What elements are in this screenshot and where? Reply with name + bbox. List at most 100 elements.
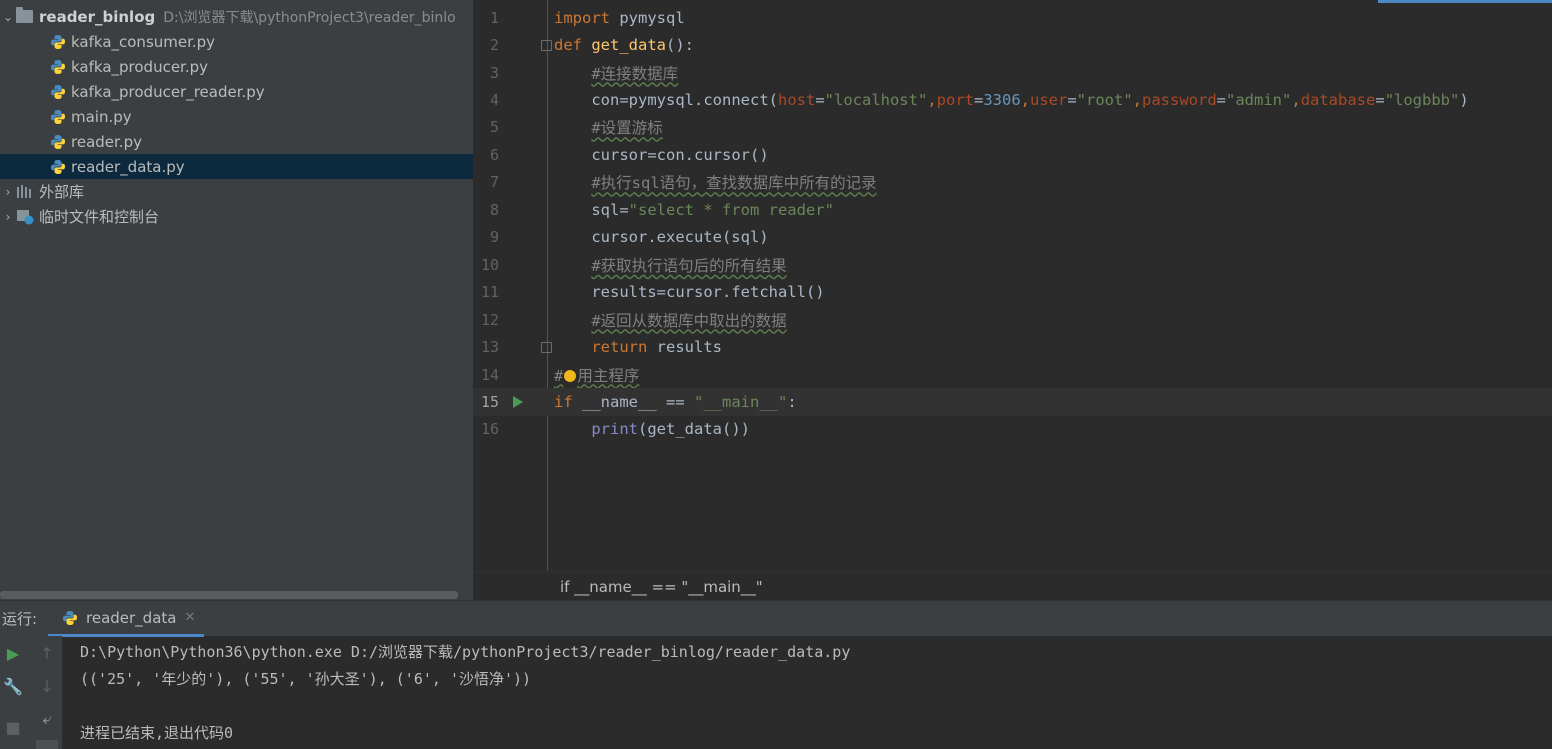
console-line: (('25', '年少的'), ('55', '孙大圣'), ('6', '沙悟…: [80, 670, 532, 688]
code-text: cursor.execute(sql): [554, 228, 769, 247]
run-toolbar: ▶ ↑ 🔧 ↓ ■ ⤶: [0, 636, 62, 749]
code-editor[interactable]: 1 import pymysql 2 def get_data(): 3 #连接数据库 4…: [473, 0, 1552, 600]
code-text: #获取执行语句后的所有结果: [591, 256, 787, 275]
code-line[interactable]: 2 def get_data():: [473, 31, 1552, 58]
code-text: return results: [591, 338, 722, 357]
tree-item-scratches[interactable]: › 临时文件和控制台: [0, 204, 473, 229]
line-number[interactable]: 9: [473, 228, 499, 246]
code-line[interactable]: 8 sql="select * from reader": [473, 196, 1552, 223]
run-gutter-icon[interactable]: [513, 395, 523, 408]
fold-marker-icon[interactable]: [541, 39, 552, 51]
tree-item-label: 临时文件和控制台: [39, 208, 160, 226]
file-name: reader.py: [71, 132, 142, 151]
file-item[interactable]: kafka_consumer.py: [0, 29, 473, 54]
scratch-icon: [17, 209, 34, 224]
wrench-icon[interactable]: 🔧: [2, 675, 24, 697]
chevron-right-icon[interactable]: ›: [0, 210, 16, 224]
code-text: if __name__ == "__main__":: [554, 392, 797, 411]
code-line[interactable]: 9 cursor.execute(sql): [473, 224, 1552, 251]
file-item[interactable]: kafka_producer_reader.py: [0, 79, 473, 104]
python-icon: [63, 610, 77, 625]
stop-icon[interactable]: ■: [2, 716, 24, 738]
chevron-right-icon[interactable]: ›: [0, 185, 16, 199]
code-line[interactable]: 14 # 用主程序: [473, 361, 1552, 388]
line-number[interactable]: 15: [473, 393, 499, 411]
code-text: #返回从数据库中取出的数据: [591, 311, 787, 330]
code-line[interactable]: 5 #设置游标: [473, 114, 1552, 141]
code-line[interactable]: 16 print(get_data()): [473, 416, 1552, 443]
line-number[interactable]: 2: [473, 36, 499, 54]
intention-bulb-icon[interactable]: [564, 370, 577, 383]
code-text: sql="select * from reader": [554, 200, 834, 219]
soft-wrap-icon[interactable]: ⤶: [36, 708, 58, 730]
code-line[interactable]: 11 results=cursor.fetchall(): [473, 279, 1552, 306]
scroll-to-end-icon[interactable]: [36, 740, 58, 749]
file-name: kafka_consumer.py: [71, 32, 216, 51]
project-root-row[interactable]: ⌄ reader_binlog D:\浏览器下载\pythonProject3\…: [0, 4, 473, 29]
file-item[interactable]: kafka_producer.py: [0, 54, 473, 79]
line-number[interactable]: 16: [473, 420, 499, 438]
arrow-down-icon[interactable]: ↓: [36, 675, 58, 697]
tree-item-external-libs[interactable]: › 外部库: [0, 179, 473, 204]
run-header: 运行: reader_data ✕: [0, 601, 1552, 637]
library-icon: [17, 184, 31, 198]
run-tool-window: 运行: reader_data ✕ ▶ ↑ 🔧 ↓ ■ ⤶ D:\Python\…: [0, 600, 1552, 749]
code-text: def get_data():: [554, 36, 694, 55]
code-line[interactable]: 3 #连接数据库: [473, 59, 1552, 86]
editor-scroll-indicator: [1378, 0, 1552, 3]
code-text: results=cursor.fetchall(): [554, 283, 825, 302]
line-number[interactable]: 5: [473, 118, 499, 136]
tree-item-label: 外部库: [39, 183, 85, 201]
code-text: cursor=con.cursor(): [554, 145, 769, 164]
fold-marker-icon[interactable]: [541, 341, 552, 353]
file-item[interactable]: main.py: [0, 104, 473, 129]
project-tree: ⌄ reader_binlog D:\浏览器下载\pythonProject3\…: [0, 0, 473, 600]
code-text: print(get_data()): [591, 420, 750, 439]
line-number[interactable]: 3: [473, 64, 499, 82]
code-line[interactable]: 12 #返回从数据库中取出的数据: [473, 306, 1552, 333]
python-file-icon: [51, 59, 65, 74]
sidebar-horizontal-scrollbar[interactable]: [0, 591, 458, 599]
code-text: #连接数据库: [591, 64, 679, 83]
code-line[interactable]: 10 #获取执行语句后的所有结果: [473, 251, 1552, 278]
code-line[interactable]: 7 #执行sql语句，查找数据库中所有的记录: [473, 169, 1552, 196]
code-text: #设置游标: [591, 119, 663, 138]
file-item[interactable]: reader.py: [0, 129, 473, 154]
line-number[interactable]: 13: [473, 338, 499, 356]
chevron-down-icon[interactable]: ⌄: [0, 10, 16, 24]
run-tab-reader-data[interactable]: reader_data ✕: [48, 601, 204, 637]
line-number[interactable]: 11: [473, 283, 499, 301]
file-name: kafka_producer_reader.py: [71, 82, 265, 101]
close-icon[interactable]: ✕: [184, 610, 195, 625]
line-number[interactable]: 12: [473, 311, 499, 329]
project-root-name: reader_binlog: [39, 7, 156, 26]
arrow-up-icon[interactable]: ↑: [36, 642, 58, 664]
file-name: reader_data.py: [71, 157, 185, 176]
line-number[interactable]: 1: [473, 9, 499, 27]
run-tab-label: reader_data: [86, 608, 177, 627]
code-line[interactable]: 13 return results: [473, 333, 1552, 360]
python-file-icon: [51, 34, 65, 49]
line-number[interactable]: 4: [473, 91, 499, 109]
python-file-icon: [51, 84, 65, 99]
code-line[interactable]: 4 con=pymysql.connect(host="localhost",p…: [473, 86, 1552, 113]
file-item[interactable]: reader_data.py: [0, 154, 473, 179]
line-number[interactable]: 10: [473, 256, 499, 274]
file-name: kafka_producer.py: [71, 57, 209, 76]
folder-icon: [16, 7, 33, 23]
code-line[interactable]: 1 import pymysql: [473, 4, 1552, 31]
breadcrumb-text: if __name__ == "__main__": [560, 577, 763, 596]
console-output[interactable]: D:\Python\Python36\python.exe D:/浏览器下载/p…: [80, 637, 1552, 749]
editor-breadcrumb[interactable]: if __name__ == "__main__": [473, 571, 1552, 600]
file-name: main.py: [71, 107, 132, 126]
line-number[interactable]: 6: [473, 146, 499, 164]
ide-window: ⌄ reader_binlog D:\浏览器下载\pythonProject3\…: [0, 0, 1552, 749]
code-line[interactable]: 6 cursor=con.cursor(): [473, 141, 1552, 168]
code-line[interactable]: 15 if __name__ == "__main__":: [473, 388, 1552, 416]
rerun-icon[interactable]: ▶: [2, 642, 24, 664]
code-text: con=pymysql.connect(host="localhost",por…: [554, 91, 1469, 110]
line-number[interactable]: 7: [473, 173, 499, 191]
project-root-path: D:\浏览器下载\pythonProject3\reader_binlo: [163, 9, 456, 26]
line-number[interactable]: 8: [473, 201, 499, 219]
line-number[interactable]: 14: [473, 366, 499, 384]
